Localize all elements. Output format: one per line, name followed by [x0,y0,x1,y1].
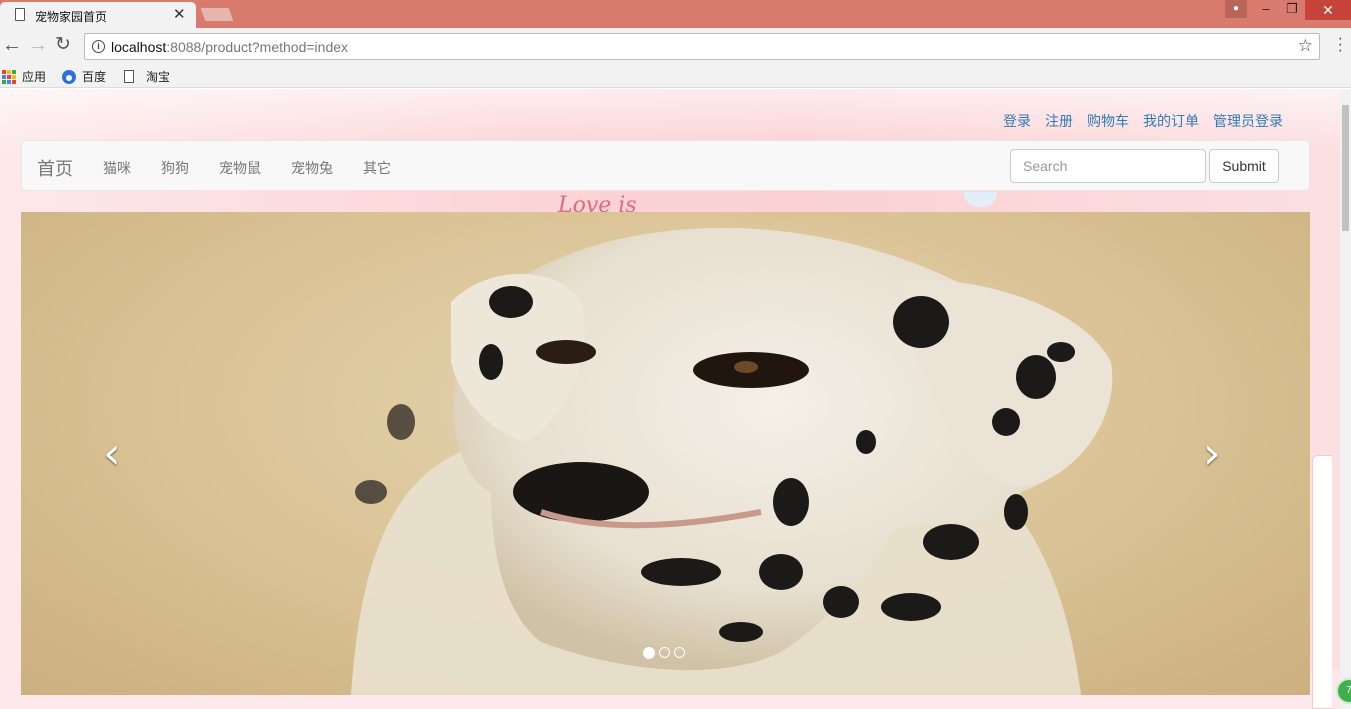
page-scrollbar[interactable] [1340,89,1351,709]
nav-item-rabbits[interactable]: 宠物兔 [291,158,333,178]
nav-home[interactable]: 首页 [37,155,73,181]
main-navbar: 首页 猫咪 狗狗 宠物鼠 宠物兔 其它 Submit [21,140,1310,191]
cart-link[interactable]: 购物车 [1087,111,1129,131]
search-input[interactable] [1010,149,1206,183]
carousel-indicator-1[interactable] [643,647,655,659]
page-body: 登录 注册 购物车 我的订单 管理员登录 首页 猫咪 狗狗 宠物鼠 宠物兔 其它… [0,89,1340,709]
nav-item-mice[interactable]: 宠物鼠 [219,158,261,178]
search-submit-button[interactable]: Submit [1209,149,1279,183]
carousel-indicators [643,647,685,659]
forward-icon[interactable]: → [28,34,48,56]
chevron-right-icon[interactable]: › [1203,432,1221,476]
my-orders-link[interactable]: 我的订单 [1143,111,1199,131]
bookmark-label: 应用 [22,70,47,84]
page-icon [15,8,25,21]
register-link[interactable]: 注册 [1045,111,1073,131]
back-icon[interactable]: ← [2,34,22,56]
bookmarks-bar: 应用 百度 淘宝 [0,64,1351,88]
bookmark-apps[interactable]: 应用 [2,68,46,85]
browser-tabstrip: 宠物家园首页 ✕ ● – ❐ ✕ [0,0,1351,28]
restore-icon[interactable]: ❐ [1279,0,1305,20]
bookmark-taobao[interactable]: 淘宝 [124,68,170,85]
login-link[interactable]: 登录 [1003,111,1031,131]
carousel-indicator-2[interactable] [659,647,670,658]
bookmark-label: 淘宝 [146,70,171,84]
carousel-indicator-3[interactable] [674,647,685,658]
browser-menu-icon[interactable]: · · · [1338,31,1343,59]
dalmatian-dog-photo [351,227,1113,695]
bookmark-baidu[interactable]: 百度 [62,68,106,85]
reload-icon[interactable]: ↻ [55,34,71,56]
apps-grid-icon [2,69,16,84]
profile-icon[interactable]: ● [1225,0,1247,18]
background-bubble-decoration [964,192,997,207]
nav-item-others[interactable]: 其它 [363,158,391,178]
window-close-icon[interactable]: ✕ [1305,0,1351,20]
tab-close-icon[interactable]: ✕ [173,5,186,23]
url-text: localhost:8088/product?method=index [111,39,348,55]
image-carousel: ‹ › [21,212,1310,695]
admin-login-link[interactable]: 管理员登录 [1213,111,1283,131]
browser-tab[interactable]: 宠物家园首页 ✕ [0,2,196,28]
nav-item-cats[interactable]: 猫咪 [103,158,131,178]
url-path: :8088/product?method=index [166,39,349,55]
tab-title: 宠物家园首页 [35,10,108,24]
user-links: 登录 注册 购物车 我的订单 管理员登录 [1003,111,1283,131]
chevron-left-icon[interactable]: ‹ [103,432,121,476]
nav-item-dogs[interactable]: 狗狗 [161,158,189,178]
bookmark-star-icon[interactable]: ☆ [1298,36,1313,56]
scrollbar-thumb[interactable] [1342,105,1349,231]
new-tab-button[interactable] [199,7,235,22]
browser-toolbar: ← → ↻ i localhost:8088/product?method=in… [0,28,1351,64]
url-host: localhost [111,39,167,55]
bookmark-label: 百度 [82,70,107,84]
side-panel-edge [1312,455,1332,709]
window-controls: ● – ❐ ✕ [1225,0,1351,20]
site-info-icon[interactable]: i [92,40,105,53]
address-bar[interactable]: i localhost:8088/product?method=index ☆ [84,33,1320,60]
page-icon [124,70,134,83]
minimize-icon[interactable]: – [1253,0,1279,20]
baidu-paw-icon [62,69,76,84]
nav-category-list: 猫咪 狗狗 宠物鼠 宠物兔 其它 [103,158,391,178]
